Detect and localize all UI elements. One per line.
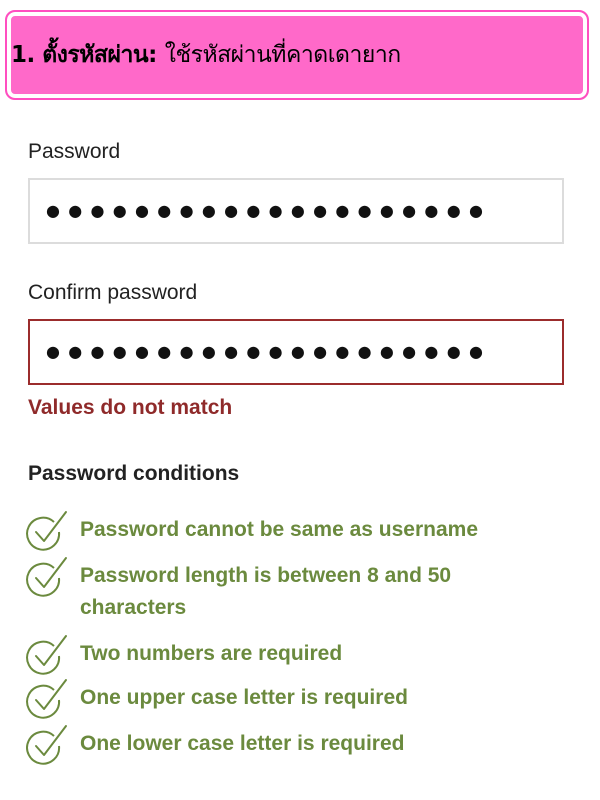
condition-item: Password cannot be same as username: [24, 508, 564, 552]
password-conditions-title: Password conditions: [28, 462, 240, 485]
confirm-password-input[interactable]: ●●●●●●●●●●●●●●●●●●●●: [28, 319, 564, 385]
confirm-password-masked-value: ●●●●●●●●●●●●●●●●●●●●: [46, 342, 492, 361]
password-mismatch-error: Values do not match: [28, 396, 233, 419]
password-input[interactable]: ●●●●●●●●●●●●●●●●●●●●: [28, 178, 564, 244]
condition-text: Password cannot be same as username: [80, 518, 479, 541]
condition-text: Password length is between 8 and 50 char…: [80, 564, 452, 619]
check-circle-icon: [26, 679, 67, 719]
confirm-password-label: Confirm password: [28, 281, 198, 304]
check-circle-icon: [26, 635, 67, 675]
condition-text: Two numbers are required: [80, 642, 343, 665]
check-circle-icon: [26, 511, 67, 551]
check-circle-icon: [26, 725, 67, 765]
condition-item: Two numbers are required: [24, 632, 564, 676]
check-circle-icon: [26, 557, 67, 597]
step-banner-title: 1. ตั้งรหัสผ่าน:: [11, 42, 157, 68]
condition-item: Password length is between 8 and 50 char…: [24, 554, 564, 624]
password-label: Password: [28, 140, 121, 163]
step-banner-subtitle: ใช้รหัสผ่านที่คาดเดายาก: [164, 42, 401, 68]
password-masked-value: ●●●●●●●●●●●●●●●●●●●●: [46, 201, 492, 220]
condition-item: One upper case letter is required: [24, 676, 564, 720]
step-banner: 1. ตั้งรหัสผ่าน: ใช้รหัสผ่านที่คาดเดายาก: [5, 10, 589, 100]
condition-item: One lower case letter is required: [24, 722, 564, 766]
condition-text: One lower case letter is required: [80, 732, 405, 755]
condition-text: One upper case letter is required: [80, 686, 408, 709]
